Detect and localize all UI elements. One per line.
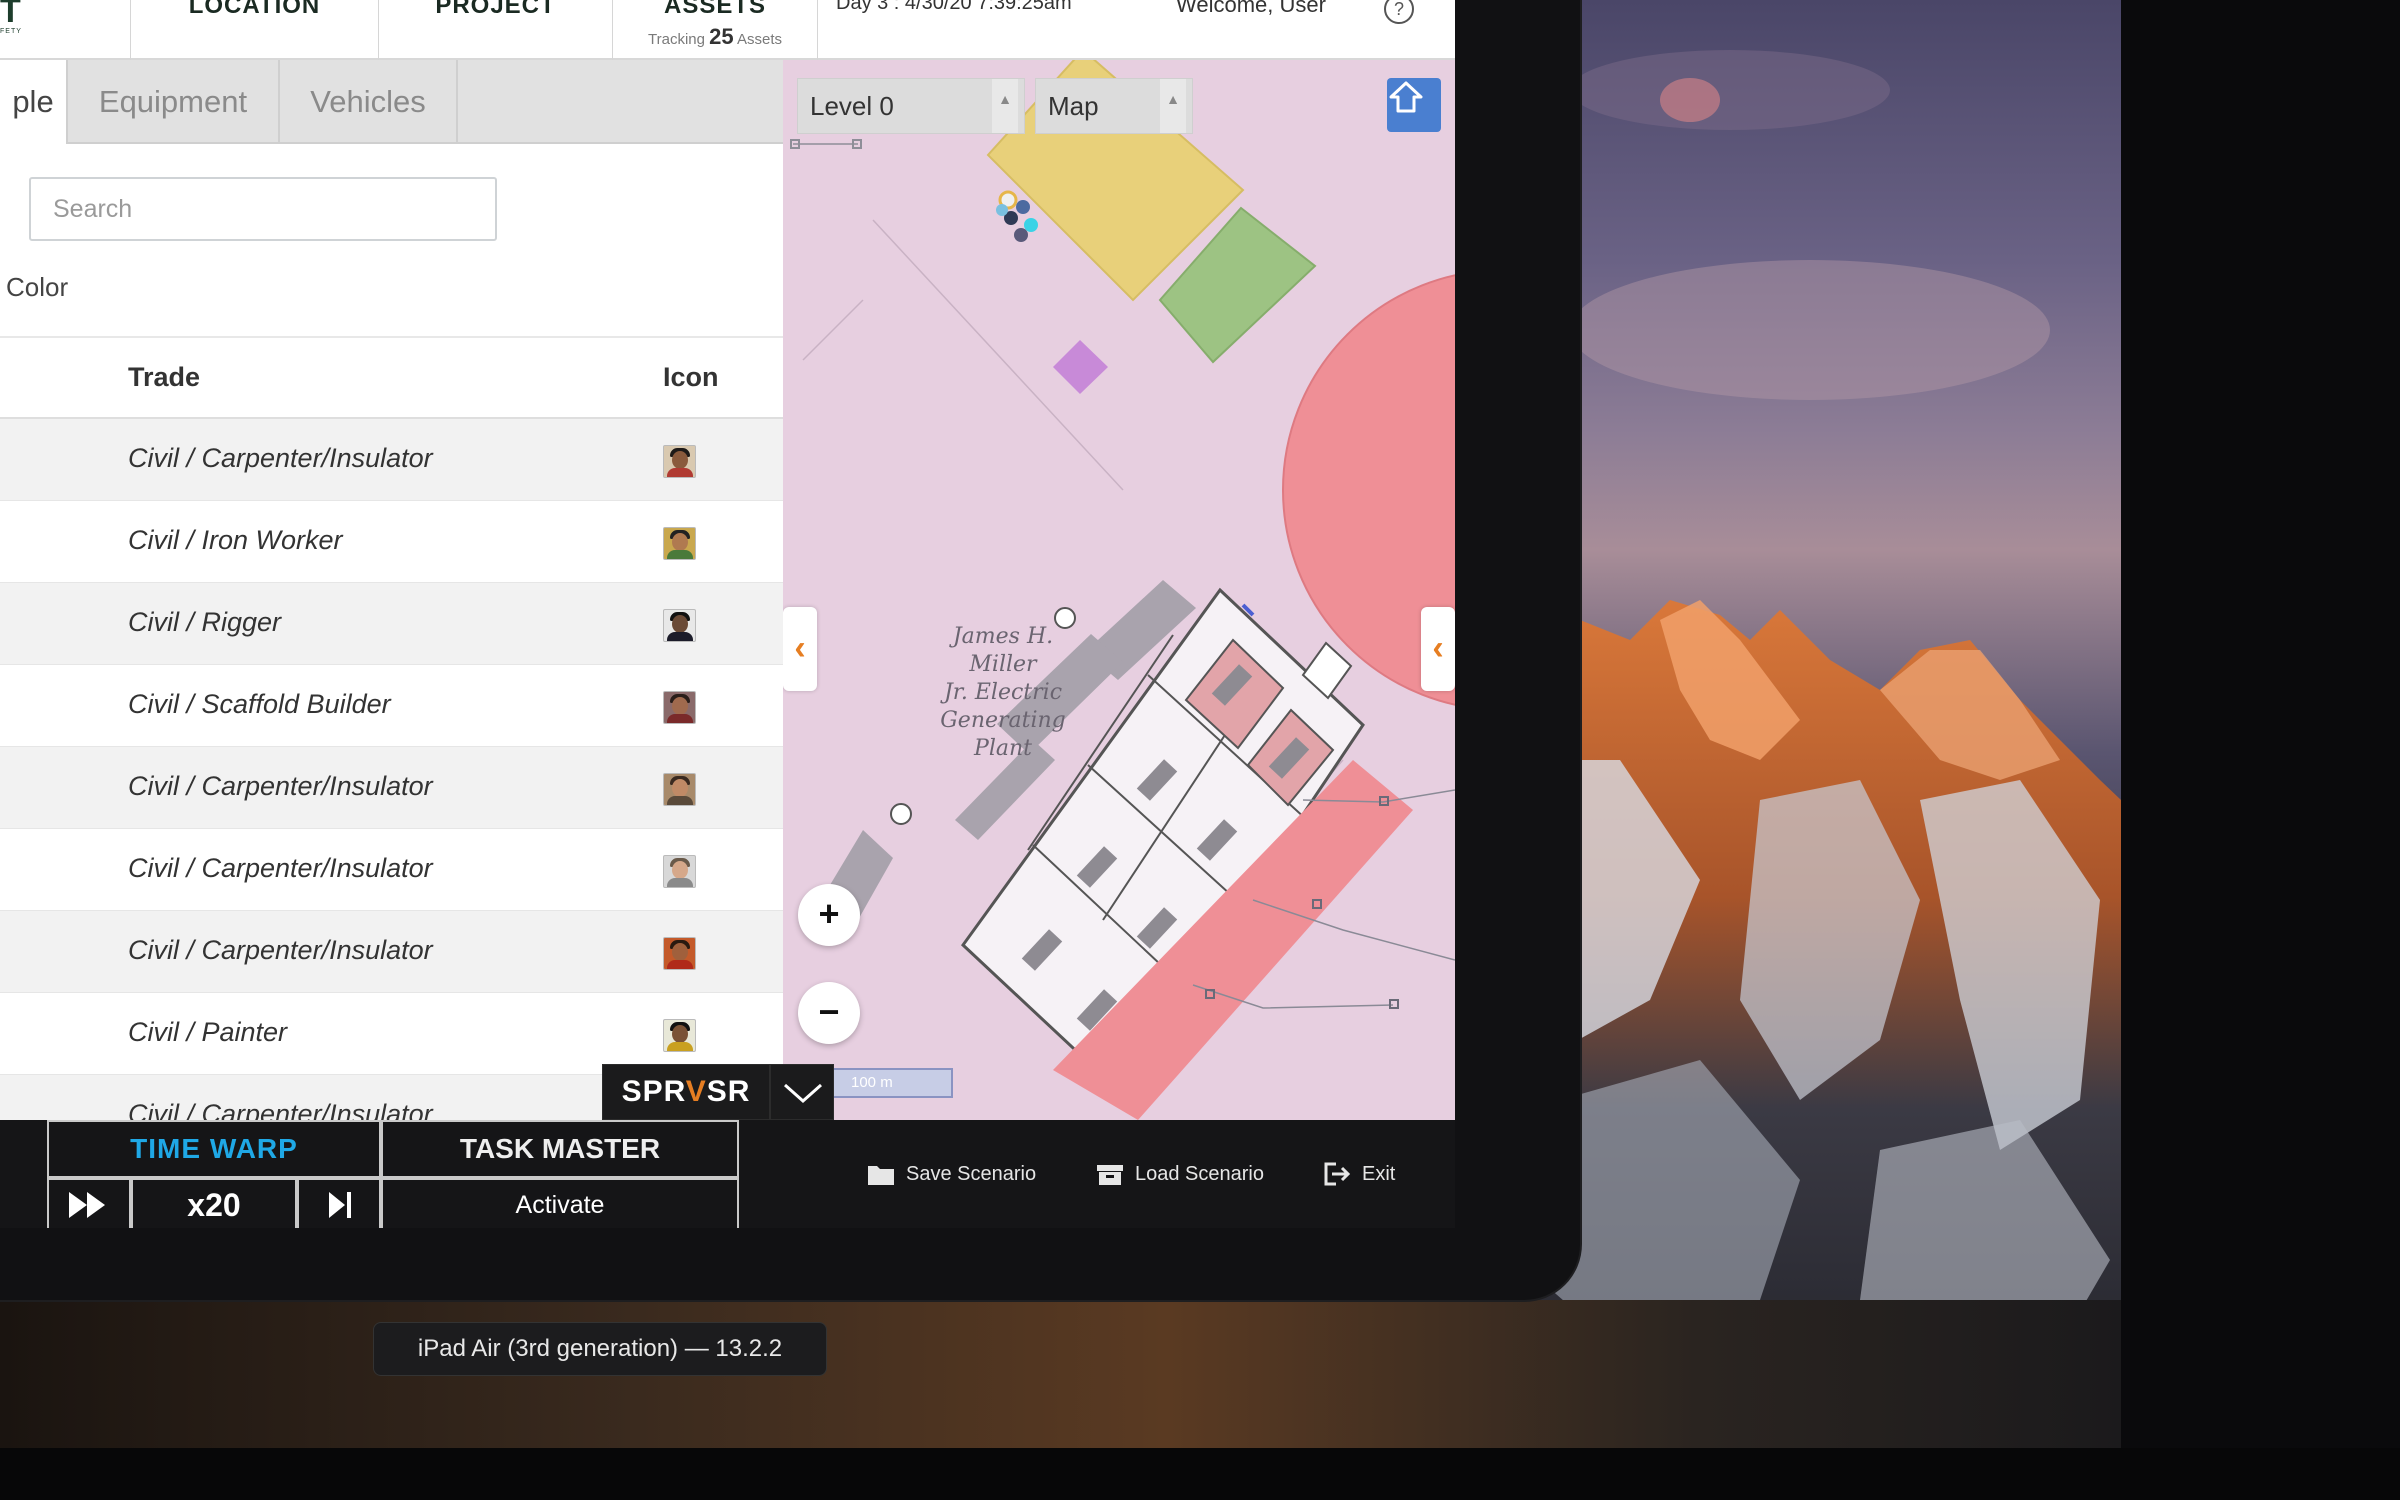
trade-cell: Civil / Carpenter/Insulator bbox=[128, 443, 433, 473]
zoom-in-button[interactable]: + bbox=[798, 884, 860, 946]
table-row[interactable]: Civil / Scaffold Builder bbox=[0, 665, 783, 747]
view-select[interactable]: Map ▲ bbox=[1035, 78, 1193, 134]
search-field[interactable] bbox=[29, 177, 497, 241]
step-forward-button[interactable] bbox=[297, 1178, 381, 1228]
tab-people[interactable]: ple bbox=[0, 60, 68, 144]
trade-cell: Civil / Painter bbox=[128, 1017, 288, 1047]
help-icon[interactable]: ? bbox=[1384, 0, 1414, 24]
worker-avatar bbox=[663, 527, 696, 560]
tab-equipment[interactable]: Equipment bbox=[68, 60, 280, 144]
top-header: T FETY LOCATION PROJECT ASSETS Tracking … bbox=[0, 0, 1455, 60]
trade-cell: Civil / Iron Worker bbox=[128, 525, 343, 555]
collapse-right-panel-button[interactable]: ‹ bbox=[1421, 607, 1455, 691]
ipad-simulator-frame: T FETY LOCATION PROJECT ASSETS Tracking … bbox=[0, 0, 1580, 1300]
load-scenario-button[interactable]: Load Scenario bbox=[1095, 1156, 1264, 1192]
worker-avatar bbox=[663, 773, 696, 806]
nav-project[interactable]: PROJECT bbox=[379, 0, 613, 60]
home-button[interactable] bbox=[1387, 78, 1441, 132]
trade-cell: Civil / Carpenter/Insulator bbox=[128, 853, 433, 883]
table-row[interactable]: Civil / Carpenter/Insulator bbox=[0, 747, 783, 829]
level-select[interactable]: Level 0 ▲ bbox=[797, 78, 1025, 134]
worker-avatar bbox=[663, 609, 696, 642]
table-row[interactable]: Civil / Rigger bbox=[0, 583, 783, 665]
trade-cell: Civil / Rigger bbox=[128, 607, 282, 637]
site-label: James H. Miller Jr. Electric Generating … bbox=[940, 624, 1066, 761]
asset-tabs: ple Equipment Vehicles bbox=[0, 60, 783, 144]
worker-avatar bbox=[663, 937, 696, 970]
search-input[interactable] bbox=[31, 179, 495, 239]
trade-cell: Civil / Carpenter/Insulator bbox=[128, 771, 433, 801]
exit-icon bbox=[1324, 1162, 1351, 1186]
desktop-wallpaper bbox=[1500, 0, 2121, 1448]
zoom-out-button[interactable]: − bbox=[798, 982, 860, 1044]
tab-vehicles[interactable]: Vehicles bbox=[280, 60, 458, 144]
table-row[interactable]: Civil / Carpenter/Insulator bbox=[0, 911, 783, 993]
simulation-datetime: Day 3 : 4/30/20 7:39:25am bbox=[836, 0, 1072, 14]
nav-assets[interactable]: ASSETS Tracking 25 Assets bbox=[613, 0, 818, 60]
task-master-activate-button[interactable]: Activate bbox=[381, 1178, 739, 1228]
task-master-header: TASK MASTER bbox=[381, 1120, 739, 1178]
fast-forward-icon bbox=[69, 1192, 105, 1218]
exit-button[interactable]: Exit bbox=[1322, 1156, 1395, 1192]
toolbar-toggle-button[interactable] bbox=[770, 1064, 834, 1120]
chevron-down-icon bbox=[784, 1083, 822, 1104]
app-screen: T FETY LOCATION PROJECT ASSETS Tracking … bbox=[0, 0, 1455, 1228]
worker-avatar bbox=[663, 855, 696, 888]
welcome-text: Welcome, User bbox=[1176, 0, 1326, 17]
collapse-left-panel-button[interactable]: ‹ bbox=[783, 607, 817, 691]
home-icon bbox=[1389, 81, 1423, 113]
worker-avatar bbox=[663, 1019, 696, 1052]
table-row[interactable]: Civil / Carpenter/Insulator bbox=[0, 419, 783, 501]
save-scenario-button[interactable]: Save Scenario bbox=[866, 1156, 1036, 1192]
tracking-count: Tracking 25 Assets bbox=[648, 24, 782, 49]
bottom-toolbar: TIME WARP TASK MASTER x20 Activate Save … bbox=[0, 1120, 1455, 1228]
table-row[interactable]: Civil / Carpenter/Insulator bbox=[0, 829, 783, 911]
simulator-device-label: iPad Air (3rd generation) — 13.2.2 bbox=[373, 1322, 827, 1376]
table-row[interactable]: Civil / Painter bbox=[0, 993, 783, 1075]
column-icon: Icon bbox=[663, 362, 719, 392]
time-warp-speed[interactable]: x20 bbox=[131, 1178, 297, 1228]
nav-location[interactable]: LOCATION bbox=[131, 0, 379, 60]
worker-avatar bbox=[663, 691, 696, 724]
chevron-down-icon: ▲ bbox=[992, 79, 1018, 133]
trade-cell: Civil / Carpenter/Insulator bbox=[128, 935, 433, 965]
folder-icon bbox=[868, 1166, 894, 1185]
archive-box-icon bbox=[1097, 1165, 1123, 1185]
map-scale-bar: 100 m bbox=[825, 1068, 953, 1098]
site-map[interactable]: James H. Miller Jr. Electric Generating … bbox=[783, 60, 1455, 1120]
trade-cell: Civil / Scaffold Builder bbox=[128, 689, 391, 719]
desktop: T FETY LOCATION PROJECT ASSETS Tracking … bbox=[0, 0, 2400, 1500]
chevron-down-icon: ▲ bbox=[1160, 79, 1186, 133]
time-warp-header: TIME WARP bbox=[47, 1120, 381, 1178]
asset-list-panel: ple Equipment Vehicles Color Trade Icon … bbox=[0, 60, 783, 1120]
wallpaper-foreground bbox=[0, 1300, 2121, 1448]
trade-cell: Civil / Carpenter/Insulator bbox=[128, 1099, 433, 1120]
column-trade[interactable]: Trade bbox=[128, 362, 200, 393]
color-filter-label[interactable]: Color bbox=[6, 272, 68, 303]
step-forward-icon bbox=[329, 1192, 351, 1218]
asset-table-body: Civil / Carpenter/Insulator Civil / Iron… bbox=[0, 419, 783, 1120]
table-header: Trade Icon bbox=[0, 336, 783, 419]
worker-avatar bbox=[663, 445, 696, 478]
brand-logo[interactable]: SPRVSR bbox=[602, 1064, 770, 1120]
table-row[interactable]: Civil / Iron Worker bbox=[0, 501, 783, 583]
fast-forward-button[interactable] bbox=[47, 1178, 131, 1228]
